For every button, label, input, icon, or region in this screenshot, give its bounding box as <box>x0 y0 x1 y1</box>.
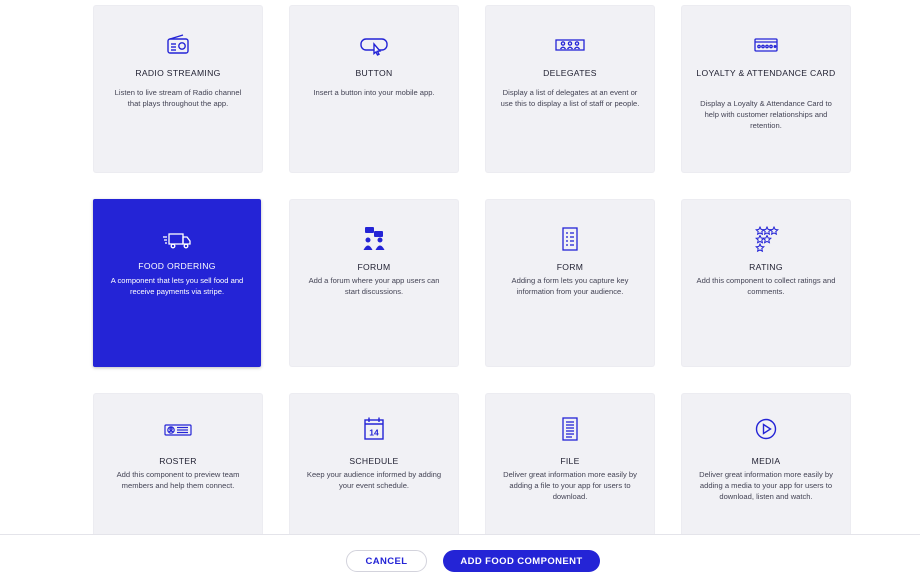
card-title: LOYALTY & ATTENDANCE CARD <box>696 68 836 78</box>
card-forum[interactable]: FORUM Add a forum where your app users c… <box>290 200 458 366</box>
card-title: RADIO STREAMING <box>135 68 221 78</box>
card-file[interactable]: FILE Deliver great information more easi… <box>486 394 654 554</box>
card-description: Deliver great information more easily by… <box>503 470 637 501</box>
card-description: Deliver great information more easily by… <box>699 470 833 501</box>
radio-icon <box>161 28 195 62</box>
calendar-day-number: 14 <box>369 428 379 438</box>
card-form[interactable]: FORM Adding a form lets you capture key … <box>486 200 654 366</box>
delivery-truck-icon <box>160 223 194 257</box>
card-description: Insert a button into your mobile app. <box>313 88 435 97</box>
rating-stars-icon <box>749 223 783 257</box>
card-title: FORUM <box>357 262 391 272</box>
card-delegates[interactable]: DELEGATES Display a list of delegates at… <box>486 6 654 172</box>
card-title: FOOD ORDERING <box>138 261 216 271</box>
calendar-icon: 14 <box>357 413 391 447</box>
card-title: FILE <box>560 456 580 466</box>
card-loyalty-attendance[interactable]: LOYALTY & ATTENDANCE CARD Display a Loya… <box>682 6 850 172</box>
card-description: A component that lets you sell food and … <box>110 276 244 296</box>
card-description: Add a forum where your app users can sta… <box>308 276 440 296</box>
card-description: Keep your audience informed by adding yo… <box>306 470 442 490</box>
button-icon <box>357 28 391 62</box>
card-roster[interactable]: ROSTER Add this component to preview tea… <box>94 394 262 554</box>
action-footer: CANCEL ADD FOOD COMPONENT <box>0 534 920 581</box>
card-description: Display a Loyalty & Attendance Card to h… <box>700 99 832 130</box>
delegates-icon <box>553 28 587 62</box>
roster-icon <box>161 413 195 447</box>
add-food-component-button[interactable]: ADD FOOD COMPONENT <box>443 550 600 572</box>
card-title: RATING <box>749 262 783 272</box>
card-title: ROSTER <box>159 456 197 466</box>
card-button[interactable]: BUTTON Insert a button into your mobile … <box>290 6 458 172</box>
card-description: Adding a form lets you capture key infor… <box>511 276 629 296</box>
card-description: Add this component to collect ratings an… <box>696 276 836 296</box>
card-title: BUTTON <box>355 68 393 78</box>
card-food-ordering[interactable]: FOOD ORDERING A component that lets you … <box>93 199 261 367</box>
component-grid: RADIO STREAMING Listen to live stream of… <box>0 0 920 580</box>
card-title: DELEGATES <box>543 68 597 78</box>
card-description: Add this component to preview team membe… <box>116 470 240 490</box>
card-title: FORM <box>556 262 584 272</box>
cancel-button[interactable]: CANCEL <box>346 550 427 572</box>
card-title: SCHEDULE <box>349 456 399 466</box>
loyalty-card-icon <box>749 28 783 62</box>
card-description: Display a list of delegates at an event … <box>500 88 640 108</box>
file-icon <box>553 413 587 447</box>
card-schedule[interactable]: 14 SCHEDULE Keep your audience informed … <box>290 394 458 554</box>
card-title: MEDIA <box>751 456 781 466</box>
card-media[interactable]: MEDIA Deliver great information more eas… <box>682 394 850 554</box>
forum-icon <box>357 223 391 257</box>
play-icon <box>749 413 783 447</box>
card-rating[interactable]: RATING Add this component to collect rat… <box>682 200 850 366</box>
form-icon <box>553 223 587 257</box>
card-radio-streaming[interactable]: RADIO STREAMING Listen to live stream of… <box>94 6 262 172</box>
card-description: Listen to live stream of Radio channel t… <box>114 88 242 108</box>
